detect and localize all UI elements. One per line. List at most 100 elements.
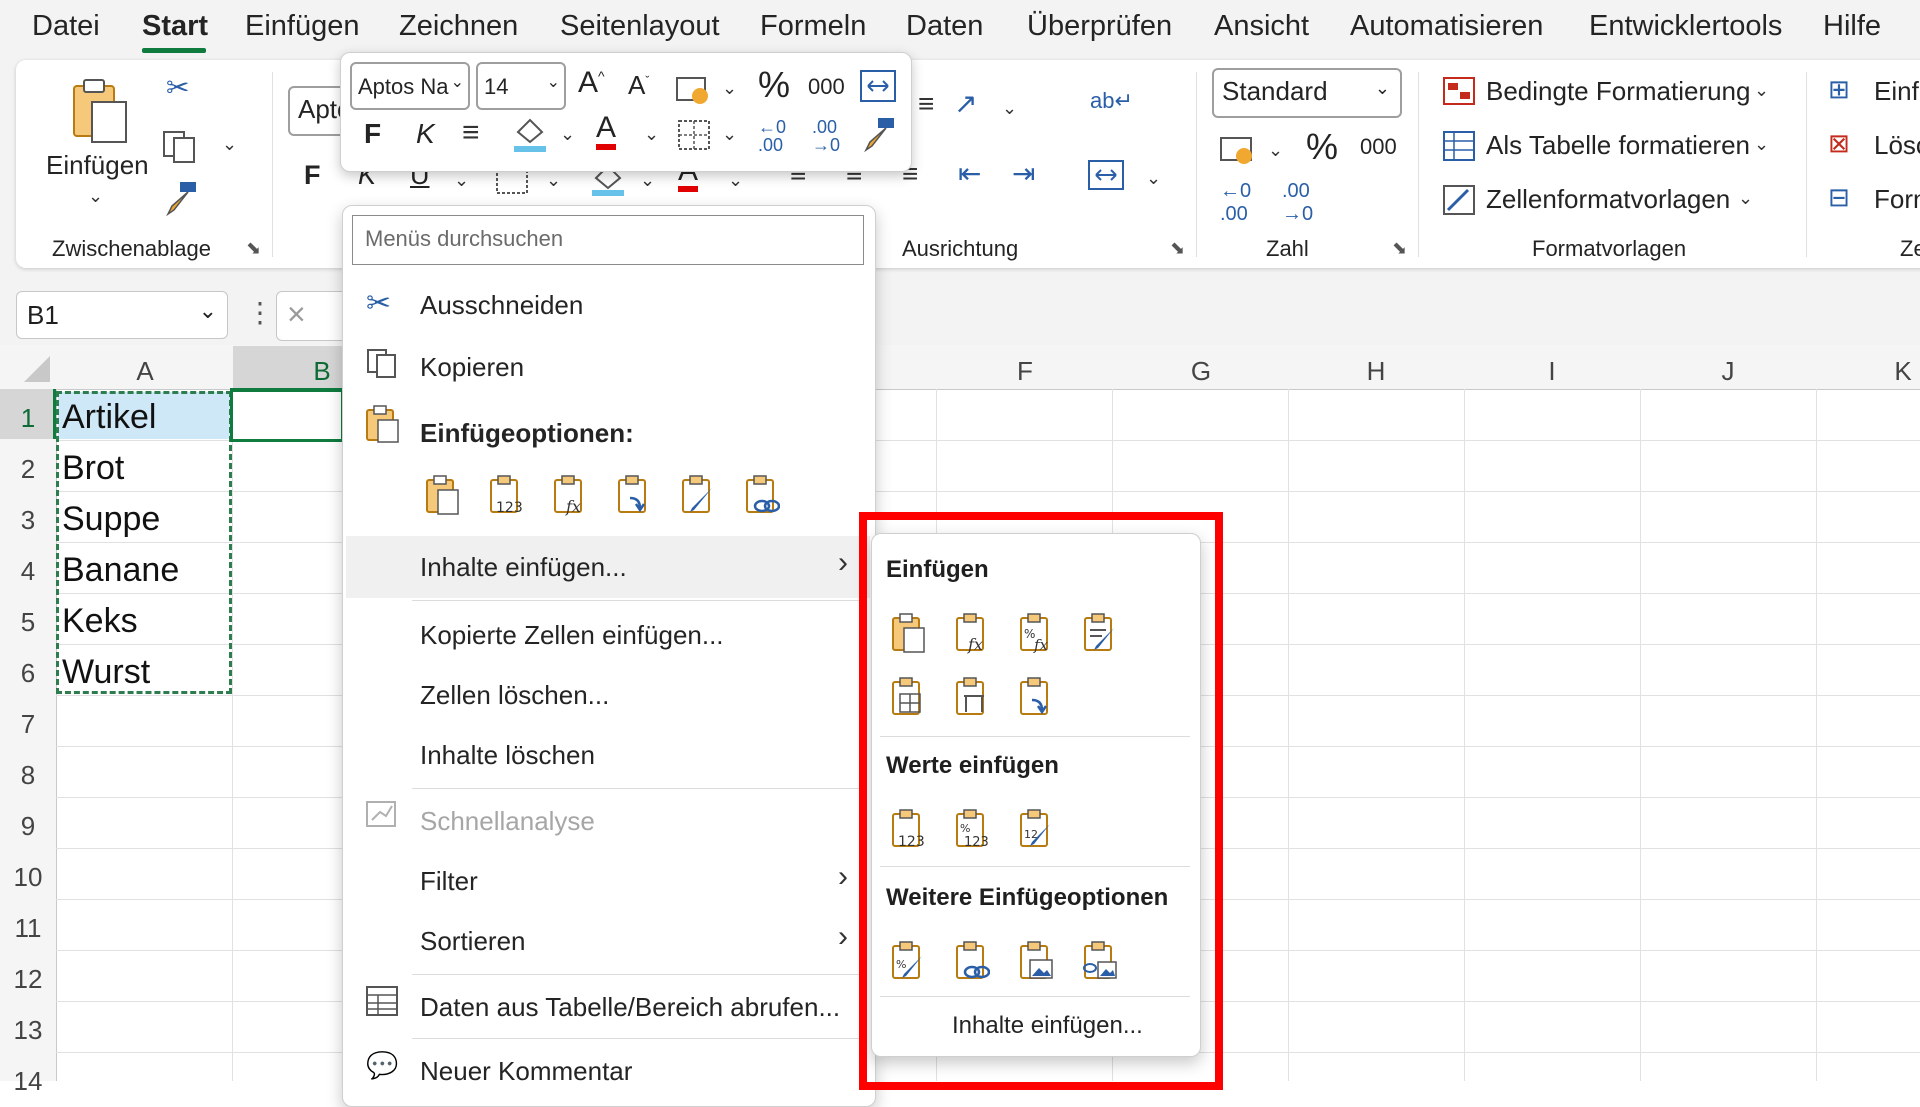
cell-styles-chevron-icon[interactable]: ⌄ [1738, 188, 1753, 209]
decrease-indent-icon[interactable]: ⇤ [958, 160, 981, 188]
borders-chevron-icon[interactable]: ⌄ [546, 170, 561, 191]
currency-chevron-icon[interactable]: ⌄ [1268, 140, 1283, 161]
cell-a1[interactable]: Artikel [62, 398, 156, 437]
delete-cells-icon[interactable]: ⊠ [1828, 130, 1850, 156]
menu-item-get-data[interactable]: Daten aus Tabelle/Bereich abrufen... [420, 992, 840, 1023]
menu-item-delete-cells[interactable]: Zellen löschen... [420, 680, 609, 711]
insert-cells-button[interactable]: Einfü [1874, 76, 1920, 107]
row-header[interactable]: 2 [0, 454, 56, 485]
wrap-text-icon[interactable]: ab↵ [1090, 90, 1133, 112]
cell-a5[interactable]: Keks [62, 602, 138, 641]
tab-automatisieren[interactable]: Automatisieren [1350, 10, 1543, 43]
mini-currency-icon[interactable] [674, 72, 714, 108]
name-box[interactable]: B1 ⌄ [16, 291, 228, 339]
row-header[interactable]: 14 [0, 1066, 56, 1097]
menu-item-new-comment[interactable]: Neuer Kommentar [420, 1056, 632, 1087]
font-name-dropdown[interactable]: Apto [288, 86, 348, 136]
cell-styles-button[interactable]: Zellenformatvorlagen [1486, 184, 1730, 215]
tab-start[interactable]: Start [142, 10, 208, 43]
clipboard-launcher-icon[interactable]: ⬊ [246, 238, 261, 259]
format-as-table-button[interactable]: Als Tabelle formatieren [1486, 130, 1750, 161]
tab-formeln[interactable]: Formeln [760, 10, 866, 43]
mini-italic-button[interactable]: K [416, 118, 435, 150]
increase-indent-icon[interactable]: ⇥ [1012, 160, 1035, 188]
cell-a4[interactable]: Banane [62, 551, 179, 590]
tab-ueberpruefen[interactable]: Überprüfen [1027, 10, 1172, 43]
mini-decrease-decimal-icon[interactable]: .00 →0 [812, 118, 840, 154]
conditional-formatting-button[interactable]: Bedingte Formatierung [1486, 76, 1750, 107]
copy-chevron-icon[interactable]: ⌄ [222, 134, 237, 155]
mini-borders-icon[interactable] [676, 118, 712, 152]
font-color-chevron-icon[interactable]: ⌄ [728, 170, 743, 191]
column-header-h[interactable]: H [1356, 356, 1396, 387]
column-header-b[interactable]: B [302, 356, 342, 387]
row-header[interactable]: 8 [0, 760, 56, 791]
row-header[interactable]: 12 [0, 964, 56, 995]
paste-button-label[interactable]: Einfügen [46, 150, 149, 181]
column-header-j[interactable]: J [1708, 356, 1748, 387]
number-format-dropdown[interactable]: Standard ⌄ [1212, 68, 1402, 118]
column-header-f[interactable]: F [1005, 356, 1045, 387]
copy-icon[interactable] [160, 128, 200, 166]
mini-percent-button[interactable]: % [758, 64, 790, 106]
row-header[interactable]: 11 [0, 913, 56, 944]
menu-item-insert-copied-cells[interactable]: Kopierte Zellen einfügen... [420, 620, 724, 651]
mini-increase-decimal-icon[interactable]: ←0.00 [758, 118, 786, 154]
mini-format-painter-icon[interactable] [862, 116, 898, 154]
number-launcher-icon[interactable]: ⬊ [1392, 238, 1407, 259]
format-cells-button[interactable]: Forn [1874, 184, 1920, 215]
insert-cells-icon[interactable]: ⊞ [1828, 76, 1850, 102]
mini-thousands-button[interactable]: 000 [808, 74, 845, 100]
thousands-button[interactable]: 000 [1360, 134, 1397, 160]
row-header[interactable]: 13 [0, 1015, 56, 1046]
merge-center-icon[interactable] [1086, 158, 1126, 192]
paste-clipboard-icon[interactable] [68, 76, 132, 148]
row-header[interactable]: 4 [0, 556, 56, 587]
column-header-a[interactable]: A [125, 356, 165, 387]
row-header[interactable]: 7 [0, 709, 56, 740]
column-header-i[interactable]: I [1532, 356, 1572, 387]
row-header[interactable]: 10 [0, 862, 56, 893]
currency-format-icon[interactable] [1218, 132, 1258, 168]
row-header[interactable]: 1 [0, 403, 56, 434]
tab-einfuegen[interactable]: Einfügen [245, 10, 360, 43]
menu-search-input[interactable]: Menüs durchsuchen [352, 215, 864, 265]
tab-daten[interactable]: Daten [906, 10, 983, 43]
mini-font-color-chevron-icon[interactable]: ⌄ [644, 124, 659, 145]
menu-item-copy[interactable]: Kopieren [420, 352, 524, 383]
menu-item-sort[interactable]: Sortieren [420, 926, 526, 957]
paste-formatting-icon[interactable] [680, 474, 716, 516]
orientation-chevron-icon[interactable]: ⌄ [1002, 98, 1017, 119]
row-header[interactable]: 6 [0, 658, 56, 689]
percent-button[interactable]: % [1306, 126, 1338, 168]
more-options-icon[interactable]: ⋮ [246, 296, 274, 329]
orientation-icon[interactable]: ↗ [954, 90, 977, 118]
paste-formulas-icon[interactable]: fx [552, 474, 588, 516]
format-cells-icon[interactable]: ⊟ [1828, 184, 1850, 210]
cell-styles-icon[interactable] [1442, 184, 1476, 216]
paste-transpose-icon[interactable] [616, 474, 652, 516]
shrink-font-icon[interactable]: Aˇ [628, 70, 649, 101]
paste-icon[interactable] [424, 474, 460, 516]
mini-font-name-dropdown[interactable]: Aptos Na ⌄ [350, 62, 470, 110]
fill-color-chevron-icon[interactable]: ⌄ [640, 170, 655, 191]
conditional-formatting-icon[interactable] [1442, 76, 1476, 106]
mini-borders-chevron-icon[interactable]: ⌄ [722, 124, 737, 145]
cell-a6[interactable]: Wurst [62, 653, 150, 692]
mini-currency-chevron-icon[interactable]: ⌄ [722, 78, 737, 99]
format-as-table-icon[interactable] [1442, 130, 1476, 162]
mini-fill-chevron-icon[interactable]: ⌄ [560, 124, 575, 145]
mini-font-size-dropdown[interactable]: 14 ⌄ [476, 62, 566, 110]
formula-cancel-button[interactable]: × [276, 291, 348, 341]
bold-button[interactable]: F [304, 160, 321, 191]
row-header[interactable]: 9 [0, 811, 56, 842]
menu-item-clear-contents[interactable]: Inhalte löschen [420, 740, 595, 771]
tab-entwicklertools[interactable]: Entwicklertools [1589, 10, 1782, 43]
row-header[interactable]: 5 [0, 607, 56, 638]
format-painter-icon[interactable] [164, 180, 200, 218]
format-as-table-chevron-icon[interactable]: ⌄ [1754, 134, 1769, 155]
column-header-g[interactable]: G [1181, 356, 1221, 387]
tab-zeichnen[interactable]: Zeichnen [399, 10, 518, 43]
cell-a2[interactable]: Brot [62, 449, 124, 488]
tab-seitenlayout[interactable]: Seitenlayout [560, 10, 720, 43]
